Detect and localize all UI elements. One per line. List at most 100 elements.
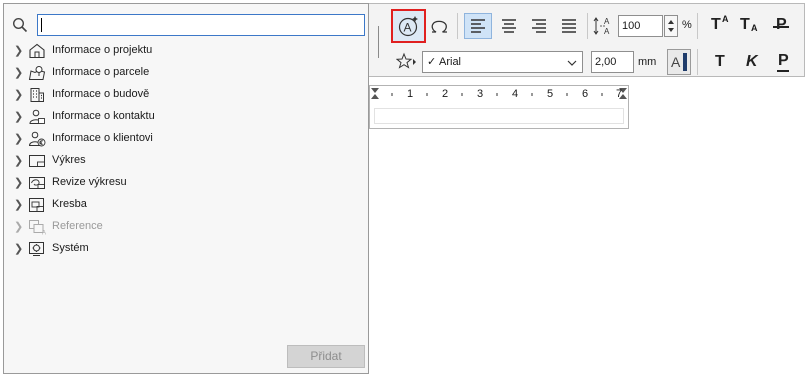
align-center-icon <box>502 19 516 33</box>
text-color-button[interactable]: A <box>667 49 691 75</box>
text-edit-area[interactable] <box>374 108 624 124</box>
add-button[interactable]: Přidat <box>287 345 365 368</box>
toolbar-divider <box>457 13 458 39</box>
strikethrough-button[interactable]: P <box>770 14 794 38</box>
toolbar-divider <box>697 49 698 75</box>
tree-item-building-info[interactable]: ❯ Informace o budově <box>10 84 360 106</box>
underline-button[interactable]: P <box>773 51 795 73</box>
tree-item-label: Informace o klientovi <box>52 132 153 144</box>
font-size-field[interactable]: 2,00 <box>591 51 634 73</box>
tree-item-label: Systém <box>52 242 89 254</box>
tree-item-layout[interactable]: ❯ Kresba <box>10 194 360 216</box>
tree-item-label: Informace o budově <box>52 88 150 100</box>
bold-button[interactable]: T <box>711 51 733 73</box>
ruler-tick-label: 2 <box>442 88 449 100</box>
chevron-right-icon[interactable]: ❯ <box>14 176 24 190</box>
tree-item-reference: ❯ A Reference <box>10 216 360 238</box>
align-center-button[interactable] <box>495 13 523 39</box>
italic-button[interactable]: K <box>741 51 763 73</box>
search-row <box>10 14 366 36</box>
italic-glyph: K <box>746 53 758 70</box>
line-spacing-icon: A A <box>593 17 610 36</box>
tree-item-label: Kresba <box>52 198 87 210</box>
tree-item-project-info[interactable]: ❯ Informace o projektu <box>10 40 360 62</box>
chevron-right-icon[interactable]: ❯ <box>14 66 24 80</box>
align-justify-icon <box>562 19 576 33</box>
subscript-mark: A <box>751 23 758 33</box>
font-name: Arial <box>439 56 462 68</box>
tree-item-drawing[interactable]: ❯ Výkres <box>10 150 360 172</box>
align-right-button[interactable] <box>525 13 553 39</box>
layout-icon <box>29 198 44 212</box>
tree-item-drawing-revision[interactable]: ❯ Revize výkresu <box>10 172 360 194</box>
tree-item-site-info[interactable]: ❯ Informace o parcele <box>10 62 360 84</box>
toolbar-divider <box>697 13 698 39</box>
tree-item-client-info[interactable]: ❯ Informace o klientovi <box>10 128 360 150</box>
chevron-right-icon[interactable]: ❯ <box>14 88 24 102</box>
svg-text:A: A <box>604 27 610 36</box>
project-info-icon <box>29 43 45 59</box>
autotext-panel: ❯ Informace o projektu ❯ Informace o par… <box>3 3 369 374</box>
svg-text:A: A <box>42 231 46 236</box>
tree-item-label: Informace o projektu <box>52 44 153 56</box>
chevron-right-icon[interactable]: ❯ <box>14 198 24 212</box>
chevron-right-icon[interactable]: ❯ <box>14 242 24 256</box>
strike-line <box>773 26 789 28</box>
align-justify-button[interactable] <box>555 13 583 39</box>
tree-item-contact-info[interactable]: ❯ Informace o kontaktu <box>10 106 360 128</box>
chevron-right-icon[interactable]: ❯ <box>14 132 24 146</box>
tree-item-label: Informace o kontaktu <box>52 110 155 122</box>
tree-item-label: Výkres <box>52 154 86 166</box>
autotext-tree: ❯ Informace o projektu ❯ Informace o par… <box>10 40 360 260</box>
underline-glyph: P <box>778 52 789 69</box>
search-icon <box>12 17 28 33</box>
tree-item-label: Informace o parcele <box>52 66 150 78</box>
ruler-tick-label: 5 <box>547 88 554 100</box>
align-left-icon <box>471 19 485 33</box>
special-character-button[interactable] <box>428 13 452 39</box>
superscript-button[interactable]: T A <box>709 14 733 38</box>
align-left-button[interactable] <box>464 13 492 39</box>
subscript-glyph: T <box>740 16 750 33</box>
toolbar-divider <box>378 26 379 58</box>
ruler-tick-label: 6 <box>582 88 589 100</box>
ruler-tick-label: 4 <box>512 88 519 100</box>
drawing-revision-icon <box>29 177 45 189</box>
chevron-right-icon[interactable]: ❯ <box>14 110 24 124</box>
align-right-icon <box>532 19 546 33</box>
star-icon <box>395 52 416 69</box>
line-spacing-field[interactable]: 100 <box>618 15 663 37</box>
svg-text:A: A <box>404 21 412 35</box>
chevron-right-icon[interactable]: ❯ <box>14 154 24 168</box>
toolbar-divider <box>587 13 588 39</box>
text-color-swatch <box>683 53 687 71</box>
system-icon <box>29 242 44 256</box>
reference-icon: A <box>29 220 46 236</box>
text-color-letter: A <box>671 54 681 70</box>
autotext-button[interactable]: A <box>391 9 426 43</box>
text-ruler: 1 2 3 4 5 6 7 <box>369 85 629 129</box>
stepper-arrows-icon <box>668 20 674 32</box>
chevron-right-icon[interactable]: ❯ <box>14 44 24 58</box>
contact-info-icon <box>29 109 45 124</box>
ruler-tick-label: 1 <box>407 88 414 100</box>
font-select[interactable]: ✓ Arial <box>422 51 583 73</box>
ruler-tick-label: 3 <box>477 88 484 100</box>
bold-glyph: T <box>715 53 725 70</box>
strikethrough-glyph: P <box>776 16 787 33</box>
tree-item-system[interactable]: ❯ Systém <box>10 238 360 260</box>
line-spacing-unit: % <box>682 19 692 31</box>
autotext-icon: A <box>398 16 418 37</box>
subscript-button[interactable]: T A <box>738 14 762 38</box>
omega-icon <box>431 20 447 33</box>
site-info-icon <box>28 66 46 80</box>
building-info-icon <box>30 88 44 102</box>
tree-item-label: Revize výkresu <box>52 176 127 188</box>
tree-item-label: Reference <box>52 220 103 232</box>
line-spacing-stepper[interactable] <box>664 15 678 37</box>
client-info-icon <box>28 131 46 147</box>
text-format-toolbar: A A A 100 % T A T A P ✓ Arial 2,00 mm A … <box>369 3 805 77</box>
search-input[interactable] <box>37 14 365 36</box>
favorites-button[interactable] <box>395 52 418 72</box>
checkmark-icon: ✓ <box>427 56 437 68</box>
